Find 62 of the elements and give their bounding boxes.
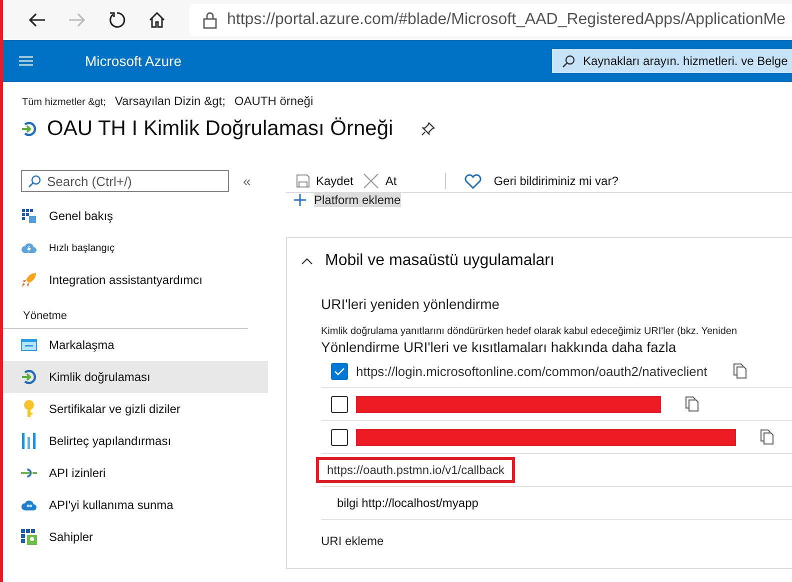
pin-icon[interactable] — [421, 122, 436, 136]
rocket-icon — [21, 272, 37, 288]
sidebar-item[interactable]: Markalaşma — [3, 329, 268, 361]
copy-icon[interactable] — [685, 396, 699, 412]
section-heading: Yönetme — [3, 296, 248, 329]
sidebar-item[interactable]: API izinleri — [3, 457, 268, 489]
checkbox[interactable] — [331, 396, 348, 412]
cloud-icon — [21, 499, 37, 511]
breadcrumb-link[interactable]: OAUTH örneği — [234, 94, 314, 108]
copy-icon[interactable] — [733, 363, 748, 379]
home-icon[interactable] — [149, 12, 165, 28]
search-field[interactable]: Kaynakları arayın. hizmetleri. ve Belge — [552, 49, 792, 73]
save-button[interactable]: Kaydet — [294, 174, 356, 188]
section-title: URI'leri yeniden yönlendirme — [321, 296, 501, 312]
search-icon — [562, 54, 575, 68]
key-icon — [23, 400, 35, 418]
close-icon — [363, 173, 380, 189]
panel-title: Mobil ve masaüstü uygulamaları — [325, 252, 554, 270]
plus-icon — [294, 194, 306, 206]
sign-in-icon — [21, 369, 37, 385]
page-title: OAU TH I Kimlik Doğrulaması Örneği — [47, 117, 394, 141]
search-field[interactable]: Search (Ctrl+/) — [21, 170, 229, 192]
refresh-icon[interactable] — [108, 11, 126, 29]
copy-icon[interactable] — [760, 429, 774, 445]
description-text: Yönlendirme URI'leri ve kısıtlamaları hakkında daha fazla — [321, 339, 678, 355]
back-icon[interactable] — [28, 12, 46, 28]
brand-title[interactable]: Microsoft Azure — [85, 53, 552, 69]
bars-icon — [22, 433, 36, 449]
check-icon — [334, 366, 345, 376]
sidebar-item[interactable]: Sertifikalar ve gizli diziler — [3, 393, 268, 425]
address-bar[interactable]: https://portal.azure.com/#blade/Microsoft_AAD_RegisteredApps/ApplicationMe — [189, 4, 792, 36]
sign-in-icon — [21, 121, 37, 137]
heart-icon — [464, 174, 482, 188]
description-text: Kimlik doğrulama yanıtlarını döndürürken hedef olarak kabul edeceğimiz URI'ler (bkz. Yeniden — [321, 326, 738, 337]
add-uri-link[interactable]: URI ekleme — [321, 534, 792, 548]
breadcrumb-link[interactable]: Tüm hizmetler &gt; — [22, 97, 106, 108]
sidebar-item[interactable]: API'yi kullanıma sunma — [3, 489, 268, 521]
save-icon — [296, 174, 310, 188]
people-grid-icon — [21, 529, 37, 545]
discard-button[interactable]: At — [361, 173, 399, 189]
add-platform-button[interactable]: Platform ekleme — [286, 193, 792, 207]
menu-icon[interactable] — [19, 56, 33, 66]
lock-icon — [203, 12, 217, 28]
feedback-button[interactable]: Geri bildiriminiz mi var? — [462, 174, 620, 188]
sidebar-item[interactable]: Genel bakış — [3, 200, 268, 232]
sidebar-item[interactable]: Sahipler — [3, 521, 268, 553]
breadcrumb-link[interactable]: Varsayılan Dizin &gt; — [114, 94, 226, 108]
banner-icon — [21, 339, 37, 351]
cloud-icon — [21, 242, 37, 254]
collapse-button[interactable]: « — [243, 173, 251, 189]
checkbox[interactable] — [331, 428, 348, 446]
search-icon — [28, 174, 41, 188]
uri-input-field[interactable]: https://oauth.pstmn.io/v1/callback — [316, 457, 516, 483]
grid-icon — [22, 209, 36, 223]
sidebar-item[interactable]: Belirteç yapılandırması — [3, 425, 268, 457]
sidebar-item[interactable]: Hızlı başlangıç — [3, 232, 268, 264]
checkbox[interactable] — [331, 362, 348, 380]
plug-icon — [21, 467, 37, 479]
sidebar-item[interactable]: Integration assistantyardımcı — [3, 264, 268, 296]
redirect-uri: https://login.microsoftonline.com/common/oauth2/nativeclient — [356, 364, 708, 378]
chevron-up-icon[interactable] — [301, 257, 313, 265]
sidebar-item[interactable]: Kimlik doğrulaması — [3, 361, 268, 393]
